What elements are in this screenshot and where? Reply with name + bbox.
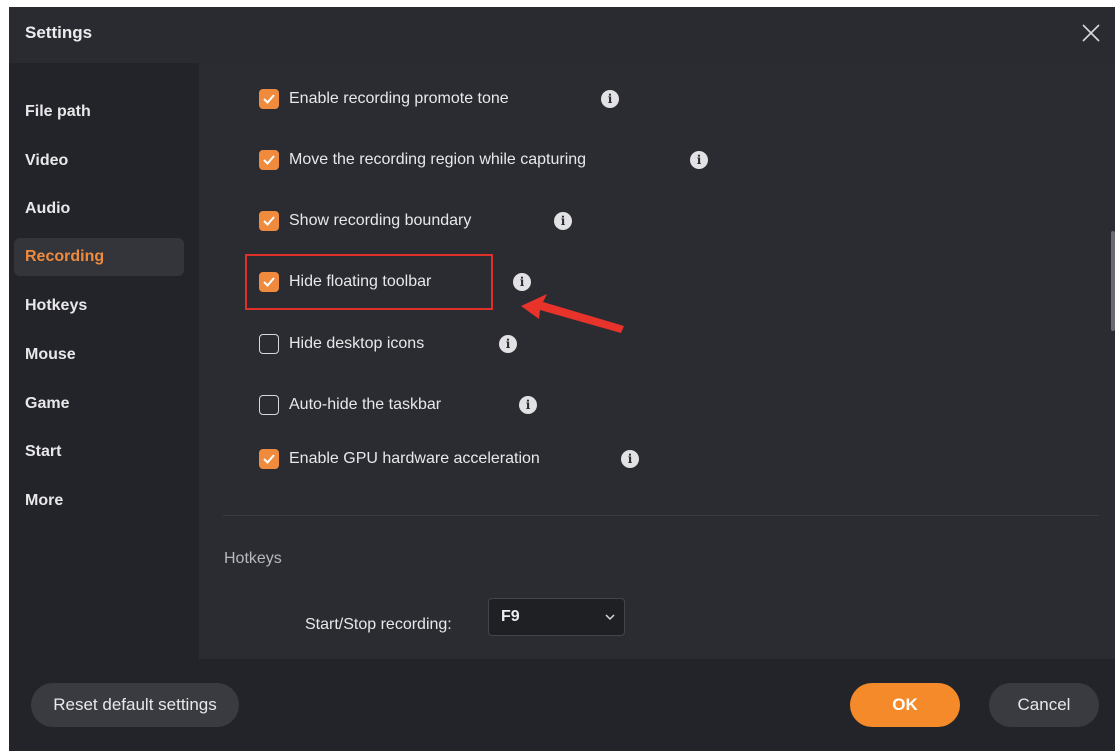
- option-label: Show recording boundary: [289, 212, 472, 229]
- checkbox-checked[interactable]: [259, 211, 279, 231]
- checkbox-unchecked[interactable]: [259, 334, 279, 354]
- checkbox-checked[interactable]: [259, 150, 279, 170]
- info-icon[interactable]: i: [621, 450, 639, 468]
- sidebar-item-hotkeys[interactable]: Hotkeys: [14, 287, 184, 325]
- sidebar-item-audio[interactable]: Audio: [14, 190, 184, 228]
- option-label: Enable recording promote tone: [289, 90, 509, 107]
- red-arrow-annotation: [521, 294, 624, 333]
- recording-settings-panel: Enable recording promote tone i Move the…: [199, 63, 1115, 659]
- sidebar-item-more[interactable]: More: [14, 482, 184, 520]
- settings-dialog: Settings File path Video Audio Recording…: [9, 7, 1115, 751]
- option-label: Move the recording region while capturin…: [289, 151, 587, 168]
- start-stop-recording-label: Start/Stop recording:: [305, 616, 452, 633]
- sidebar-item-recording[interactable]: Recording: [14, 238, 184, 276]
- reset-default-settings-button[interactable]: Reset default settings: [31, 683, 239, 727]
- info-icon[interactable]: i: [554, 212, 572, 230]
- option-label: Auto-hide the taskbar: [289, 396, 442, 413]
- sidebar-item-video[interactable]: Video: [14, 142, 184, 180]
- info-icon[interactable]: i: [499, 335, 517, 353]
- hotkey-value: F9: [501, 608, 520, 625]
- cancel-button[interactable]: Cancel: [989, 683, 1099, 727]
- check-icon: [263, 155, 275, 165]
- checkbox-checked[interactable]: [259, 89, 279, 109]
- highlight-box-annotation: [245, 254, 493, 310]
- option-recording-promote-tone[interactable]: Enable recording promote tone: [259, 86, 509, 112]
- option-hide-desktop-icons[interactable]: Hide desktop icons: [259, 331, 424, 357]
- dialog-title: Settings: [25, 23, 93, 42]
- check-icon: [263, 216, 275, 226]
- info-icon[interactable]: i: [690, 151, 708, 169]
- section-divider: [223, 515, 1099, 516]
- option-show-recording-boundary[interactable]: Show recording boundary: [259, 208, 471, 234]
- option-gpu-acceleration[interactable]: Enable GPU hardware acceleration: [259, 446, 540, 472]
- sidebar-item-mouse[interactable]: Mouse: [14, 336, 184, 374]
- info-icon[interactable]: i: [519, 396, 537, 414]
- ok-button[interactable]: OK: [850, 683, 960, 727]
- option-auto-hide-taskbar[interactable]: Auto-hide the taskbar: [259, 392, 441, 418]
- settings-sidebar: File path Video Audio Recording Hotkeys …: [9, 63, 199, 659]
- sidebar-item-file-path[interactable]: File path: [14, 93, 184, 131]
- sidebar-item-game[interactable]: Game: [14, 385, 184, 423]
- hotkeys-section-title: Hotkeys: [224, 550, 282, 567]
- start-stop-hotkey-select[interactable]: F9: [488, 598, 625, 636]
- check-icon: [263, 454, 275, 464]
- checkbox-checked[interactable]: [259, 449, 279, 469]
- option-label: Enable GPU hardware acceleration: [289, 450, 540, 467]
- chevron-down-icon: [605, 614, 615, 621]
- info-icon[interactable]: i: [601, 90, 619, 108]
- title-bar: Settings: [9, 7, 1115, 63]
- checkbox-unchecked[interactable]: [259, 395, 279, 415]
- sidebar-item-start[interactable]: Start: [14, 433, 184, 471]
- option-move-recording-region[interactable]: Move the recording region while capturin…: [259, 147, 586, 173]
- option-label: Hide desktop icons: [289, 335, 425, 352]
- scrollbar[interactable]: [1111, 231, 1115, 331]
- dialog-footer: Reset default settings OK Cancel: [9, 659, 1115, 751]
- check-icon: [263, 94, 275, 104]
- close-icon[interactable]: [1077, 19, 1105, 47]
